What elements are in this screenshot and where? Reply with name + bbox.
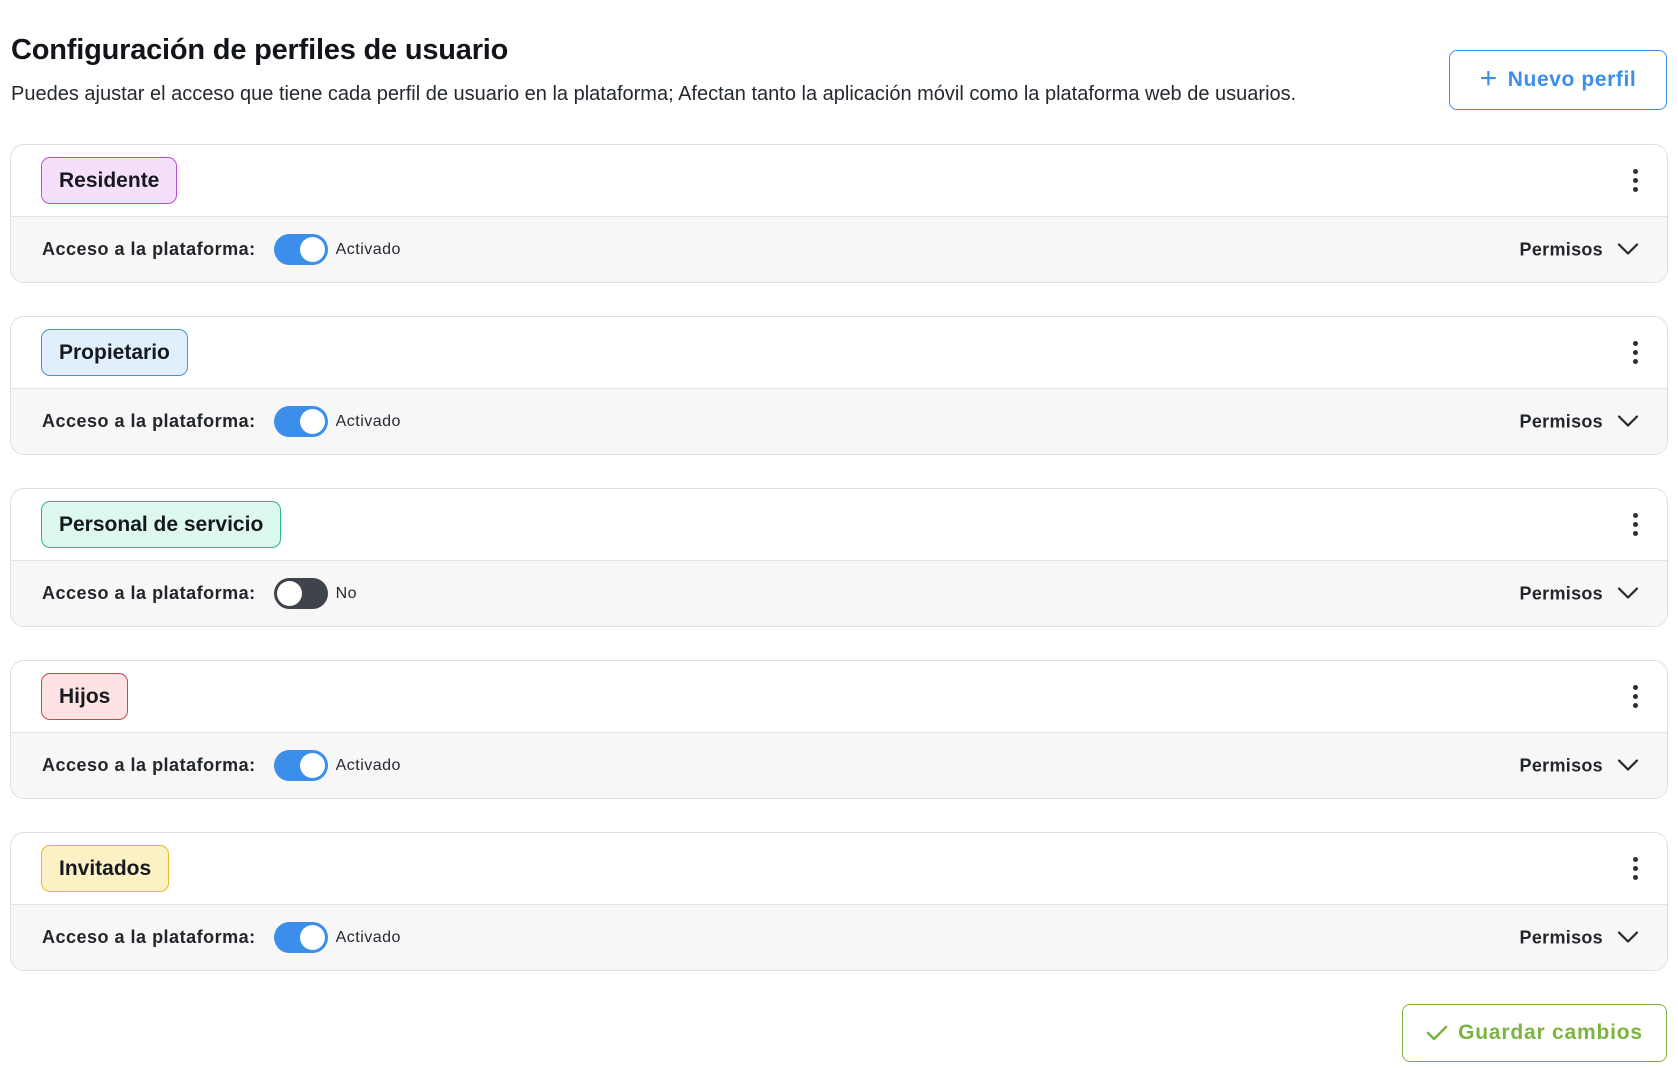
permissions-dropdown[interactable]: Permisos [1520,239,1639,260]
profile-card: Propietario Acceso a la plataforma: Acti… [10,316,1668,455]
access-toggle[interactable] [273,578,328,609]
access-toggle[interactable] [273,234,328,265]
new-profile-button[interactable]: + Nuevo perfil [1449,50,1667,110]
permissions-dropdown[interactable]: Permisos [1520,927,1639,948]
profile-tag: Residente [41,157,178,204]
access-toggle[interactable] [273,750,328,781]
chevron-down-icon [1617,931,1639,943]
access-state: Activado [335,928,401,946]
check-icon [1426,1025,1448,1041]
profiles-settings-page: Configuración de perfiles de usuario Pue… [0,0,1678,1068]
access-toggle[interactable] [273,406,328,437]
access-toggle[interactable] [273,922,328,953]
profile-tag: Hijos [41,673,129,720]
permissions-dropdown[interactable]: Permisos [1520,583,1639,604]
toggle-knob [299,925,325,950]
permissions-label: Permisos [1519,411,1603,431]
profiles-list: Residente Acceso a la plataforma: Activa… [10,144,1668,971]
profile-card: Invitados Acceso a la plataforma: Activa… [10,832,1668,971]
chevron-down-icon [1617,587,1639,599]
profile-card-body: Acceso a la plataforma: No Permisos [11,561,1667,626]
save-changes-button[interactable]: Guardar cambios [1402,1004,1667,1062]
page-description: Puedes ajustar el acceso que tiene cada … [11,83,1297,105]
toggle-knob [276,581,302,606]
permissions-label: Permisos [1519,755,1603,775]
toggle-knob [299,237,325,262]
permissions-label: Permisos [1519,239,1603,259]
access-state: No [335,584,358,602]
access-label: Acceso a la plataforma: [42,411,256,431]
access-state: Activado [335,240,401,258]
more-options-icon[interactable] [1625,682,1645,712]
access-state: Activado [335,412,401,430]
toggle-knob [299,753,325,778]
save-changes-label: Guardar cambios [1458,1021,1643,1044]
profile-card: Personal de servicio Acceso a la platafo… [10,488,1668,627]
profile-card-header: Invitados [11,833,1667,905]
access-label: Acceso a la plataforma: [42,583,256,603]
more-options-icon[interactable] [1625,166,1645,196]
access-label: Acceso a la plataforma: [42,755,256,775]
profile-tag: Invitados [41,845,170,892]
profile-card-header: Propietario [11,317,1667,389]
profile-tag: Personal de servicio [41,501,282,548]
access-label: Acceso a la plataforma: [42,927,256,947]
permissions-label: Permisos [1519,927,1603,947]
page-title: Configuración de perfiles de usuario [11,34,509,66]
profile-card: Residente Acceso a la plataforma: Activa… [10,144,1668,283]
more-options-icon[interactable] [1625,854,1645,884]
profile-card-body: Acceso a la plataforma: Activado Permiso… [11,905,1667,970]
permissions-dropdown[interactable]: Permisos [1520,411,1639,432]
profile-card-body: Acceso a la plataforma: Activado Permiso… [11,389,1667,454]
chevron-down-icon [1617,415,1639,427]
new-profile-label: Nuevo perfil [1507,68,1637,91]
permissions-label: Permisos [1519,583,1603,603]
profile-card-header: Hijos [11,661,1667,733]
access-state: Activado [335,756,401,774]
permissions-dropdown[interactable]: Permisos [1520,755,1639,776]
profile-card-header: Residente [11,145,1667,217]
plus-icon: + [1479,61,1498,95]
profile-card-header: Personal de servicio [11,489,1667,561]
more-options-icon[interactable] [1625,338,1645,368]
profile-tag: Propietario [41,329,188,376]
profile-card: Hijos Acceso a la plataforma: Activado P… [10,660,1668,799]
toggle-knob [299,409,325,434]
chevron-down-icon [1617,759,1639,771]
chevron-down-icon [1617,243,1639,255]
access-label: Acceso a la plataforma: [42,239,256,259]
profile-card-body: Acceso a la plataforma: Activado Permiso… [11,733,1667,798]
more-options-icon[interactable] [1625,510,1645,540]
profile-card-body: Acceso a la plataforma: Activado Permiso… [11,217,1667,282]
